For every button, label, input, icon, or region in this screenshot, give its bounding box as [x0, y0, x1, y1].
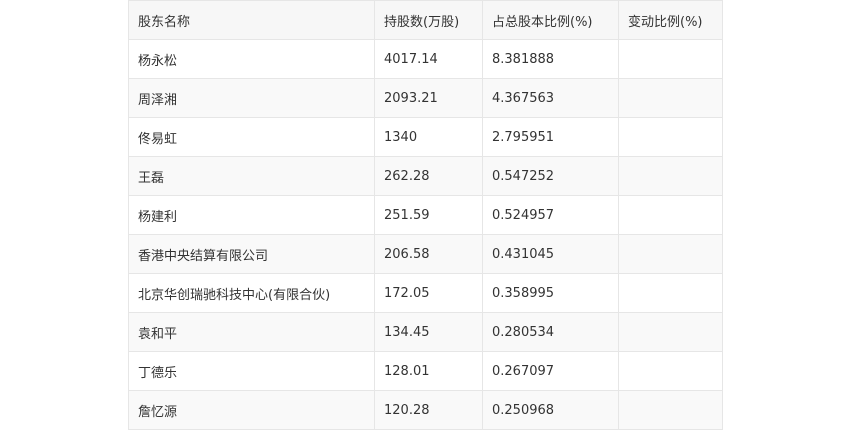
cell-share-ratio: 8.381888: [482, 39, 619, 79]
cell-shareholder-name: 袁和平: [128, 312, 375, 352]
cell-shareholder-name: 丁德乐: [128, 351, 375, 391]
cell-shares-held: 1340: [374, 117, 483, 157]
cell-shareholder-name: 杨建利: [128, 195, 375, 235]
cell-share-ratio: 0.431045: [482, 234, 619, 274]
cell-share-ratio: 0.358995: [482, 273, 619, 313]
table-row: 杨建利 251.59 0.524957: [128, 195, 723, 235]
cell-change-ratio: [618, 234, 723, 274]
header-share-ratio: 占总股本比例(%): [482, 0, 619, 40]
cell-share-ratio: 4.367563: [482, 78, 619, 118]
header-shares-held: 持股数(万股): [374, 0, 483, 40]
cell-share-ratio: 0.267097: [482, 351, 619, 391]
table-row: 香港中央结算有限公司 206.58 0.431045: [128, 234, 723, 274]
table-row: 詹忆源 120.28 0.250968: [128, 390, 723, 430]
cell-shares-held: 251.59: [374, 195, 483, 235]
cell-change-ratio: [618, 117, 723, 157]
cell-shareholder-name: 香港中央结算有限公司: [128, 234, 375, 274]
table-row: 丁德乐 128.01 0.267097: [128, 351, 723, 391]
cell-change-ratio: [618, 195, 723, 235]
cell-change-ratio: [618, 390, 723, 430]
cell-share-ratio: 2.795951: [482, 117, 619, 157]
cell-change-ratio: [618, 273, 723, 313]
cell-change-ratio: [618, 156, 723, 196]
cell-shareholder-name: 佟易虹: [128, 117, 375, 157]
cell-shares-held: 206.58: [374, 234, 483, 274]
cell-share-ratio: 0.524957: [482, 195, 619, 235]
cell-change-ratio: [618, 351, 723, 391]
cell-shareholder-name: 北京华创瑞驰科技中心(有限合伙): [128, 273, 375, 313]
table-row: 周泽湘 2093.21 4.367563: [128, 78, 723, 118]
cell-shares-held: 134.45: [374, 312, 483, 352]
cell-change-ratio: [618, 78, 723, 118]
shareholder-table-container: 股东名称 持股数(万股) 占总股本比例(%) 变动比例(%) 杨永松 4017.…: [128, 0, 723, 430]
table-header-row: 股东名称 持股数(万股) 占总股本比例(%) 变动比例(%): [128, 0, 723, 40]
cell-change-ratio: [618, 39, 723, 79]
cell-shares-held: 172.05: [374, 273, 483, 313]
header-change-ratio: 变动比例(%): [618, 0, 723, 40]
cell-shares-held: 262.28: [374, 156, 483, 196]
cell-shareholder-name: 王磊: [128, 156, 375, 196]
cell-change-ratio: [618, 312, 723, 352]
cell-shareholder-name: 詹忆源: [128, 390, 375, 430]
cell-shares-held: 4017.14: [374, 39, 483, 79]
cell-shares-held: 120.28: [374, 390, 483, 430]
cell-shareholder-name: 周泽湘: [128, 78, 375, 118]
cell-shares-held: 128.01: [374, 351, 483, 391]
cell-share-ratio: 0.547252: [482, 156, 619, 196]
table-row: 北京华创瑞驰科技中心(有限合伙) 172.05 0.358995: [128, 273, 723, 313]
cell-share-ratio: 0.250968: [482, 390, 619, 430]
header-shareholder-name: 股东名称: [128, 0, 375, 40]
table-row: 袁和平 134.45 0.280534: [128, 312, 723, 352]
shareholder-table: 股东名称 持股数(万股) 占总股本比例(%) 变动比例(%) 杨永松 4017.…: [128, 0, 723, 430]
cell-shares-held: 2093.21: [374, 78, 483, 118]
table-row: 王磊 262.28 0.547252: [128, 156, 723, 196]
cell-shareholder-name: 杨永松: [128, 39, 375, 79]
cell-share-ratio: 0.280534: [482, 312, 619, 352]
table-row: 杨永松 4017.14 8.381888: [128, 39, 723, 79]
table-row: 佟易虹 1340 2.795951: [128, 117, 723, 157]
